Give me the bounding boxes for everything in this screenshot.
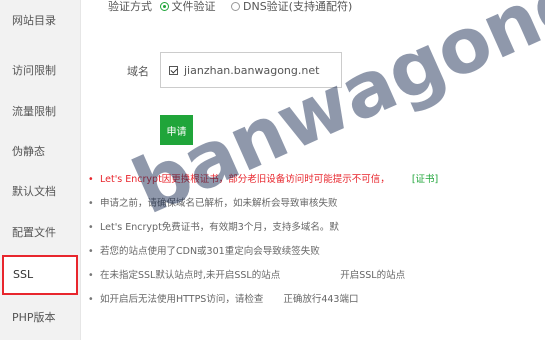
notes-list: Let's Encrypt因更换根证书，部分老旧设备访问时可能提示不可信， [证书… xyxy=(88,168,438,312)
note-item: Let's Encrypt免费证书，有效期3个月，支持多域名。默 xyxy=(88,216,438,240)
note-text: 申请之前，请确保域名已解析，如未解析会导致审核失败 xyxy=(100,198,338,209)
radio-dns-verify[interactable] xyxy=(231,2,240,11)
cert-link[interactable]: [证书] xyxy=(412,174,438,185)
domain-checkbox[interactable] xyxy=(169,66,178,75)
sidebar-item-site-directory[interactable]: 网站目录 xyxy=(0,2,80,40)
ssl-panel: 验证方式 文件验证 DNS验证(支持通配符) 域名 jianzhan.banwa… xyxy=(80,0,545,340)
note-item: 如开启后无法使用HTTPS访问，请检查 正确放行443端口 xyxy=(88,288,438,312)
radio-dns-verify-label[interactable]: DNS验证(支持通配符) xyxy=(243,0,352,13)
domain-label: 域名 xyxy=(127,65,149,78)
verify-method-row: 验证方式 文件验证 DNS验证(支持通配符) xyxy=(108,0,364,14)
note-item: 在未指定SSL默认站点时,未开启SSL的站点 开启SSL的站点 xyxy=(88,264,438,288)
sidebar-item-default-document[interactable]: 默认文档 xyxy=(0,173,80,211)
sidebar-item-traffic-limit[interactable]: 流量限制 xyxy=(0,93,80,131)
sidebar-item-access-limit[interactable]: 访问限制 xyxy=(0,52,80,90)
sidebar-item-ssl[interactable]: SSL xyxy=(2,255,78,295)
note-text-tail: 开启SSL的站点 xyxy=(340,270,406,281)
note-text: 若您的站点使用了CDN或301重定向会导致续签失败 xyxy=(100,246,320,257)
sidebar-item-php-version[interactable]: PHP版本 xyxy=(0,299,80,337)
note-text: 如开启后无法使用HTTPS访问，请检查 xyxy=(100,294,264,305)
radio-file-verify-label[interactable]: 文件验证 xyxy=(172,0,216,13)
verify-method-label: 验证方式 xyxy=(108,0,152,13)
sidebar-item-config-file[interactable]: 配置文件 xyxy=(0,214,80,252)
note-text: 在未指定SSL默认站点时,未开启SSL的站点 xyxy=(100,270,281,281)
sidebar-item-rewrite[interactable]: 伪静态 xyxy=(0,133,80,171)
note-text: Let's Encrypt因更换根证书，部分老旧设备访问时可能提示不可信， xyxy=(100,174,390,185)
sidebar: 网站目录 访问限制 流量限制 伪静态 默认文档 配置文件 SSL PHP版本 xyxy=(0,0,81,340)
note-text: Let's Encrypt免费证书，有效期3个月，支持多域名。默 xyxy=(100,222,339,233)
apply-button[interactable]: 申请 xyxy=(160,115,193,145)
note-item: Let's Encrypt因更换根证书，部分老旧设备访问时可能提示不可信， [证书… xyxy=(88,168,438,192)
radio-file-verify[interactable] xyxy=(159,2,169,11)
domain-list: jianzhan.banwagong.net xyxy=(160,52,342,88)
domain-item-text: jianzhan.banwagong.net xyxy=(184,64,320,77)
note-text-tail: 正确放行443端口 xyxy=(283,294,359,305)
note-item: 若您的站点使用了CDN或301重定向会导致续签失败 xyxy=(88,240,438,264)
note-item: 申请之前，请确保域名已解析，如未解析会导致审核失败 xyxy=(88,192,438,216)
